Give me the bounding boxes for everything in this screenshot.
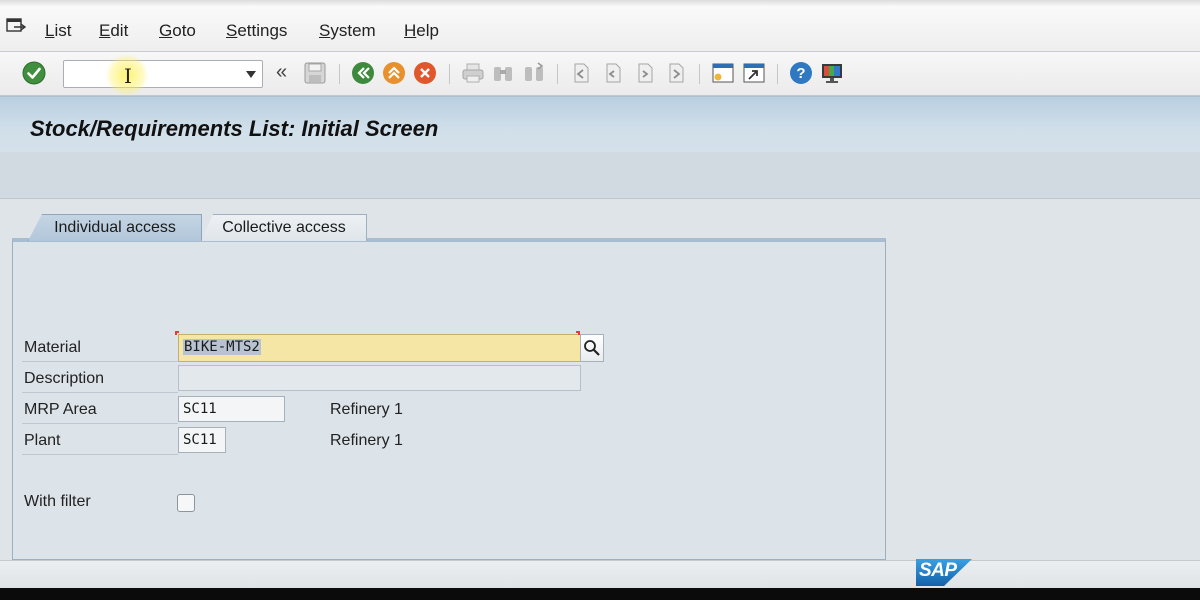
previous-page-icon[interactable] (601, 61, 625, 85)
mrp-area-label: MRP Area (24, 401, 97, 418)
tab-collective-access[interactable]: Collective access (201, 214, 367, 241)
description-label: Description (24, 370, 105, 387)
toolbar-separator (777, 64, 778, 84)
mrp-area-input[interactable]: SC11 (178, 396, 285, 422)
cancel-icon[interactable] (413, 61, 437, 85)
material-value: BIKE-MTS2 (183, 339, 261, 355)
find-next-icon[interactable] (522, 61, 546, 85)
plant-input[interactable]: SC11 (178, 427, 226, 453)
mrp-area-description: Refinery 1 (330, 401, 403, 418)
menu-item-goto[interactable]: Goto (159, 21, 196, 41)
plant-description: Refinery 1 (330, 432, 403, 449)
toolbar-separator (449, 64, 450, 84)
tab-panel (12, 238, 886, 560)
find-icon[interactable] (491, 61, 515, 85)
command-field[interactable] (63, 60, 263, 88)
label-underline (22, 423, 178, 424)
application-toolbar (0, 152, 1200, 199)
search-icon (584, 340, 600, 356)
menu-item-mnemonic: S (226, 21, 238, 40)
menu-item-label: dit (110, 21, 129, 40)
menu-item-system[interactable]: System (319, 21, 376, 41)
next-page-icon[interactable] (633, 61, 657, 85)
label-underline (22, 361, 178, 362)
enter-icon[interactable] (22, 61, 46, 85)
sap-logo-text: SAP (919, 560, 957, 581)
print-icon[interactable] (461, 61, 485, 85)
menu-item-list[interactable]: List (45, 21, 71, 41)
page-title: Stock/Requirements List: Initial Screen (30, 116, 439, 141)
required-marker (175, 331, 179, 335)
menu-exit-icon[interactable] (6, 18, 26, 34)
first-page-icon[interactable] (569, 61, 593, 85)
help-icon[interactable]: ? (789, 61, 813, 85)
title-bar: Stock/Requirements List: Initial Screen (0, 96, 1200, 152)
label-underline (22, 392, 178, 393)
value-help-button[interactable] (580, 334, 604, 362)
plant-label: Plant (24, 432, 61, 449)
tab-individual-access[interactable]: Individual access (28, 214, 202, 241)
window-top-edge (0, 0, 1200, 6)
text-cursor-icon: I (124, 64, 132, 88)
menu-item-label: elp (416, 21, 439, 40)
toolbar-separator (339, 64, 340, 84)
menu-bar: List Edit Goto Settings System Help (0, 0, 1200, 52)
menu-item-edit[interactable]: Edit (99, 21, 128, 41)
menu-item-label: ist (54, 21, 72, 40)
chevron-down-icon[interactable] (246, 71, 256, 78)
menu-item-settings[interactable]: Settings (226, 21, 287, 41)
menu-item-label: ettings (237, 21, 288, 40)
menu-item-label: oto (172, 21, 196, 40)
status-bar (0, 560, 1200, 588)
back-icon[interactable] (351, 61, 375, 85)
create-shortcut-icon[interactable] (742, 61, 766, 85)
exit-icon[interactable] (382, 61, 406, 85)
material-label: Material (24, 339, 81, 356)
label-underline (22, 454, 178, 455)
toolbar-separator (699, 64, 700, 84)
window-bottom-edge (0, 588, 1200, 600)
save-icon[interactable] (303, 61, 327, 85)
command-input[interactable] (68, 64, 228, 84)
menu-item-label: ystem (330, 21, 376, 40)
standard-toolbar: « ? (0, 52, 1200, 96)
customize-layout-icon[interactable] (820, 61, 844, 85)
menu-item-help[interactable]: Help (404, 21, 439, 41)
with-filter-checkbox[interactable] (177, 494, 195, 512)
with-filter-label: With filter (24, 493, 91, 510)
create-session-icon[interactable] (711, 61, 735, 85)
svg-text:?: ? (796, 65, 805, 82)
menu-item-mnemonic: G (159, 21, 173, 40)
menu-item-mnemonic: H (404, 21, 417, 40)
description-field (178, 365, 581, 391)
toolbar-separator (557, 64, 558, 84)
menu-item-mnemonic: S (319, 21, 331, 40)
last-page-icon[interactable] (664, 61, 688, 85)
command-field-toggle[interactable]: « (276, 61, 287, 84)
material-input[interactable]: BIKE-MTS2 (178, 334, 581, 362)
menu-item-mnemonic: E (99, 21, 111, 40)
